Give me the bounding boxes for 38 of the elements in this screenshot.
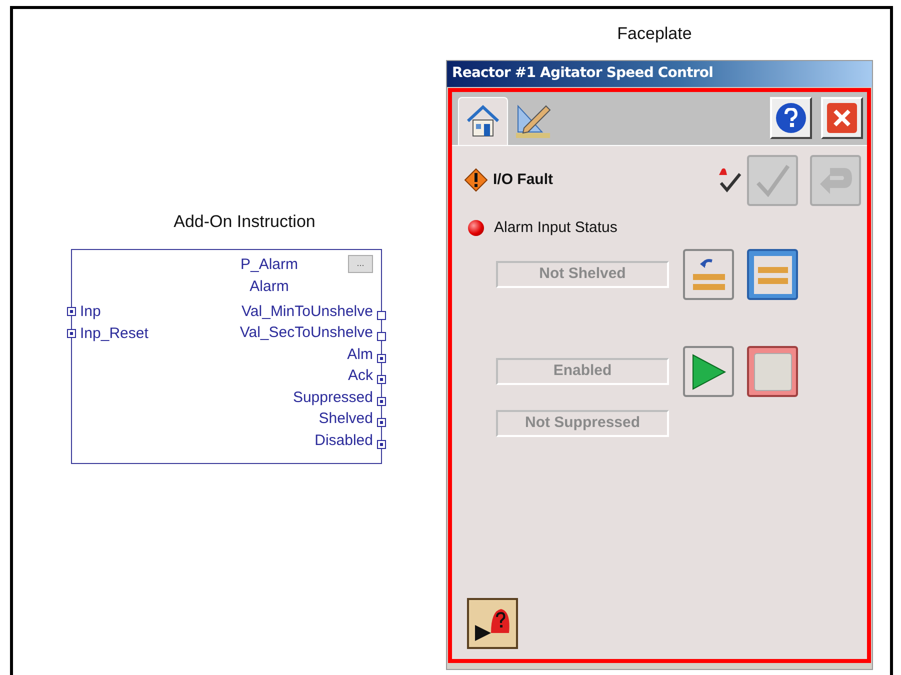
stop-icon [754, 352, 792, 390]
tab[interactable] [458, 96, 508, 144]
warning-icon [464, 168, 488, 192]
bell-check-icon [716, 166, 742, 194]
output-label: Val_MinToUnshelve [242, 302, 373, 322]
status-field: Not Suppressed [496, 410, 669, 437]
output-label: Disabled [314, 430, 373, 450]
input-label: Inp [80, 302, 102, 322]
fault-label: I/O Fault [493, 170, 553, 190]
section-heading: Faceplate [617, 23, 692, 45]
shelve-button[interactable] [747, 249, 798, 300]
window-title: Reactor #1 Agitator Speed Control [447, 60, 872, 86]
output-label: Ack [348, 366, 373, 386]
house-icon [465, 103, 501, 139]
check-icon [754, 163, 790, 197]
shelve-icon [752, 254, 792, 294]
play-icon [690, 352, 726, 390]
instruction-type: Alarm [250, 277, 289, 297]
section-heading: Add-On Instruction [174, 211, 316, 233]
status-field: Enabled [496, 358, 669, 385]
status-field: Not Shelved [496, 261, 669, 288]
output-label: Suppressed [292, 388, 373, 408]
output-label: Alm [347, 344, 373, 364]
close-icon [827, 103, 857, 133]
instruction-name: P_Alarm [240, 254, 298, 274]
output-label: Shelved [318, 409, 373, 429]
unshelve-button[interactable] [683, 249, 734, 300]
disable-button[interactable] [747, 346, 798, 397]
enable-button[interactable] [683, 346, 734, 397]
status-led-icon [468, 220, 484, 236]
close-button[interactable] [821, 97, 863, 139]
alarm-help-button[interactable] [467, 598, 518, 648]
help-button[interactable] [770, 97, 812, 139]
output-label: Val_SecToUnshelve [240, 323, 373, 343]
help-icon [776, 103, 806, 133]
status-label: Alarm Input Status [494, 218, 618, 238]
properties-button[interactable]: ... [348, 254, 373, 272]
input-label: Inp_Reset [80, 324, 148, 344]
